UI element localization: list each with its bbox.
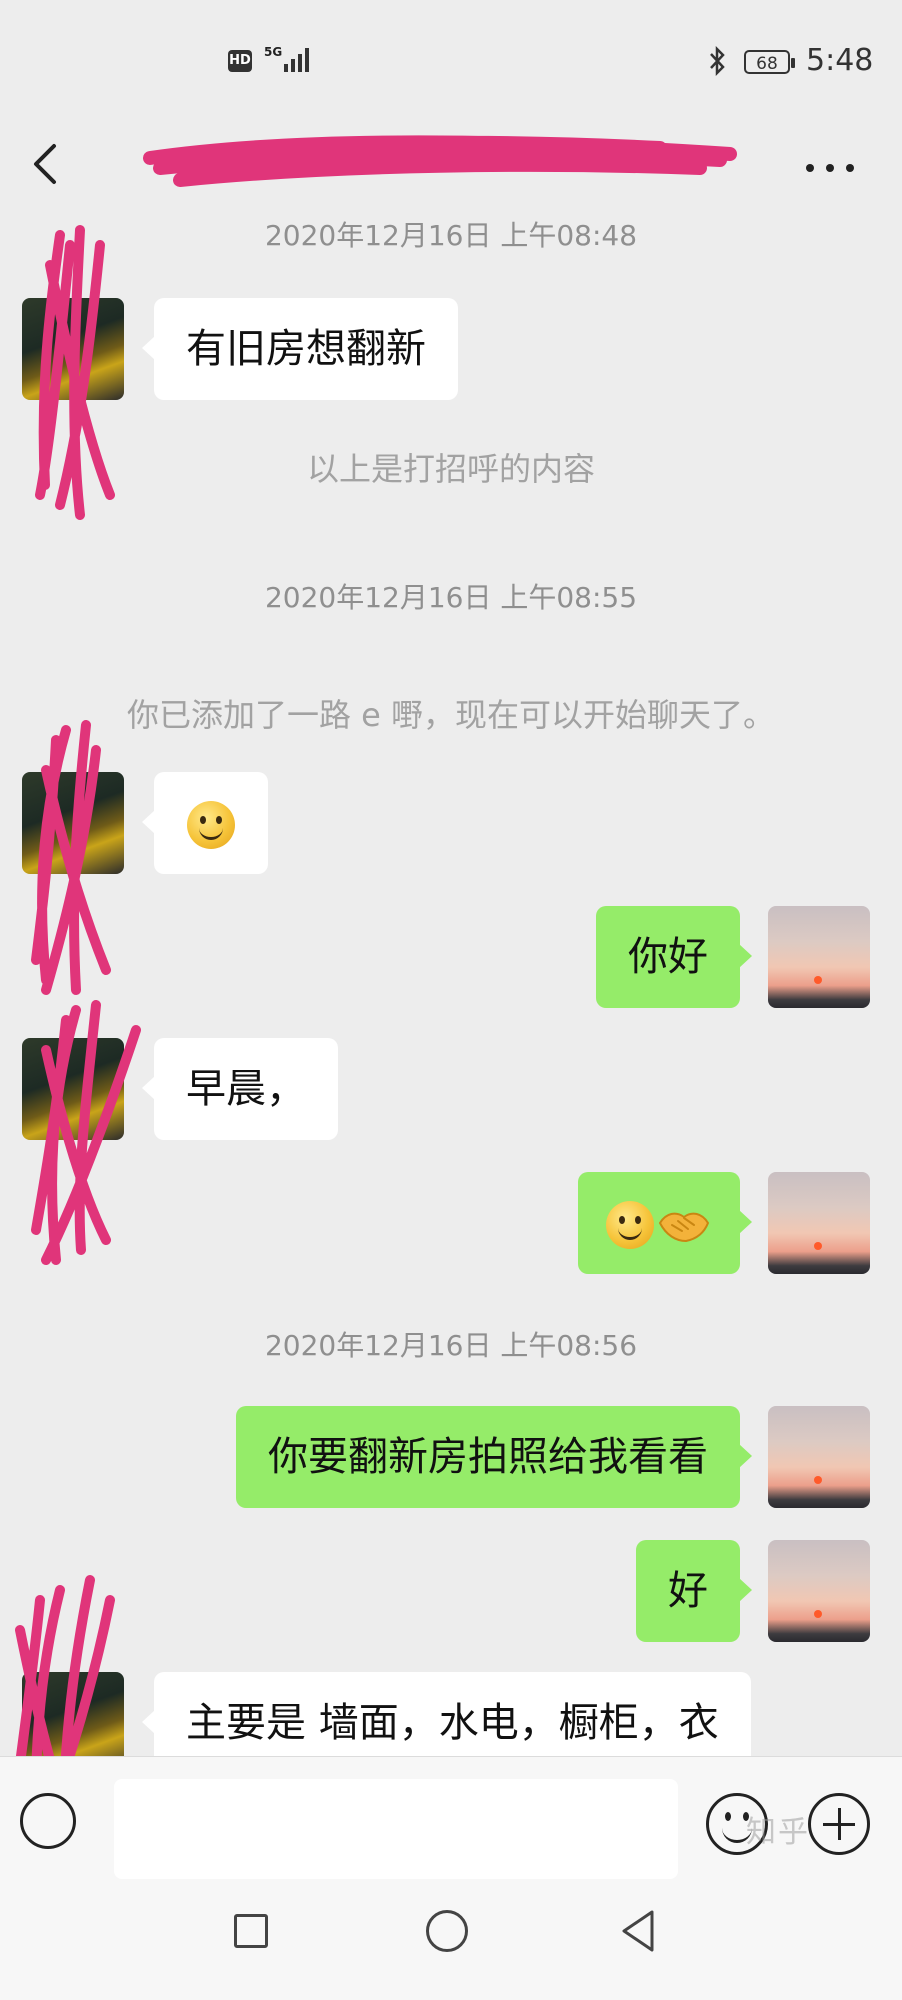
more-dots-icon[interactable]: [800, 142, 860, 192]
status-bar: HD 5G 68 5:48: [0, 0, 902, 120]
input-bar: 知乎: [0, 1756, 902, 1881]
incoming-message[interactable]: 早晨，: [142, 1038, 338, 1140]
timestamp: 2020年12月16日 上午08:55: [264, 581, 638, 614]
smile-emoji-icon: [187, 801, 235, 849]
voice-icon[interactable]: [20, 1793, 76, 1849]
system-nav-bar: [0, 1880, 902, 2000]
triangle-back-icon[interactable]: [618, 1908, 658, 1954]
hd-badge: HD: [228, 50, 252, 72]
contact-avatar[interactable]: [22, 772, 124, 874]
circle-icon[interactable]: [426, 1910, 468, 1952]
bluetooth-icon: [710, 46, 725, 76]
incoming-message[interactable]: [142, 772, 268, 874]
timestamp: 2020年12月16日 上午08:56: [264, 1329, 638, 1362]
my-avatar[interactable]: [768, 1172, 870, 1274]
handshake-emoji-icon: [658, 1212, 710, 1243]
contact-avatar[interactable]: [22, 1038, 124, 1140]
square-icon[interactable]: [234, 1914, 268, 1948]
timestamp: 2020年12月16日 上午08:48: [264, 219, 638, 252]
outgoing-message[interactable]: 你好: [596, 906, 752, 1008]
watermark: 知乎: [746, 1815, 810, 1850]
outgoing-message[interactable]: 你要翻新房拍照给我看看: [236, 1406, 752, 1508]
network-type: 5G: [264, 45, 283, 59]
message-input[interactable]: [114, 1779, 678, 1879]
my-avatar[interactable]: [768, 906, 870, 1008]
smile-emoji-icon: [606, 1201, 654, 1249]
incoming-message[interactable]: 主要是 墙面，水电，橱柜，衣: [142, 1672, 751, 1756]
my-avatar[interactable]: [768, 1540, 870, 1642]
contact-avatar[interactable]: [22, 298, 124, 400]
battery-icon: 68: [744, 50, 795, 74]
back-arrow-icon[interactable]: [22, 134, 72, 194]
my-avatar[interactable]: [768, 1406, 870, 1508]
incoming-message[interactable]: 有旧房想翻新: [142, 298, 458, 400]
outgoing-message[interactable]: [578, 1172, 752, 1274]
outgoing-message[interactable]: 好: [636, 1540, 752, 1642]
system-message: 以上是打招呼的内容: [306, 450, 595, 488]
signal-icon: [284, 48, 309, 72]
chat-header: [0, 120, 902, 216]
chat-title: [150, 140, 730, 190]
clock: 5:48: [806, 43, 874, 78]
system-message: 你已添加了一路 e 嘢，现在可以开始聊天了。: [126, 696, 776, 734]
plus-icon[interactable]: [808, 1793, 870, 1855]
